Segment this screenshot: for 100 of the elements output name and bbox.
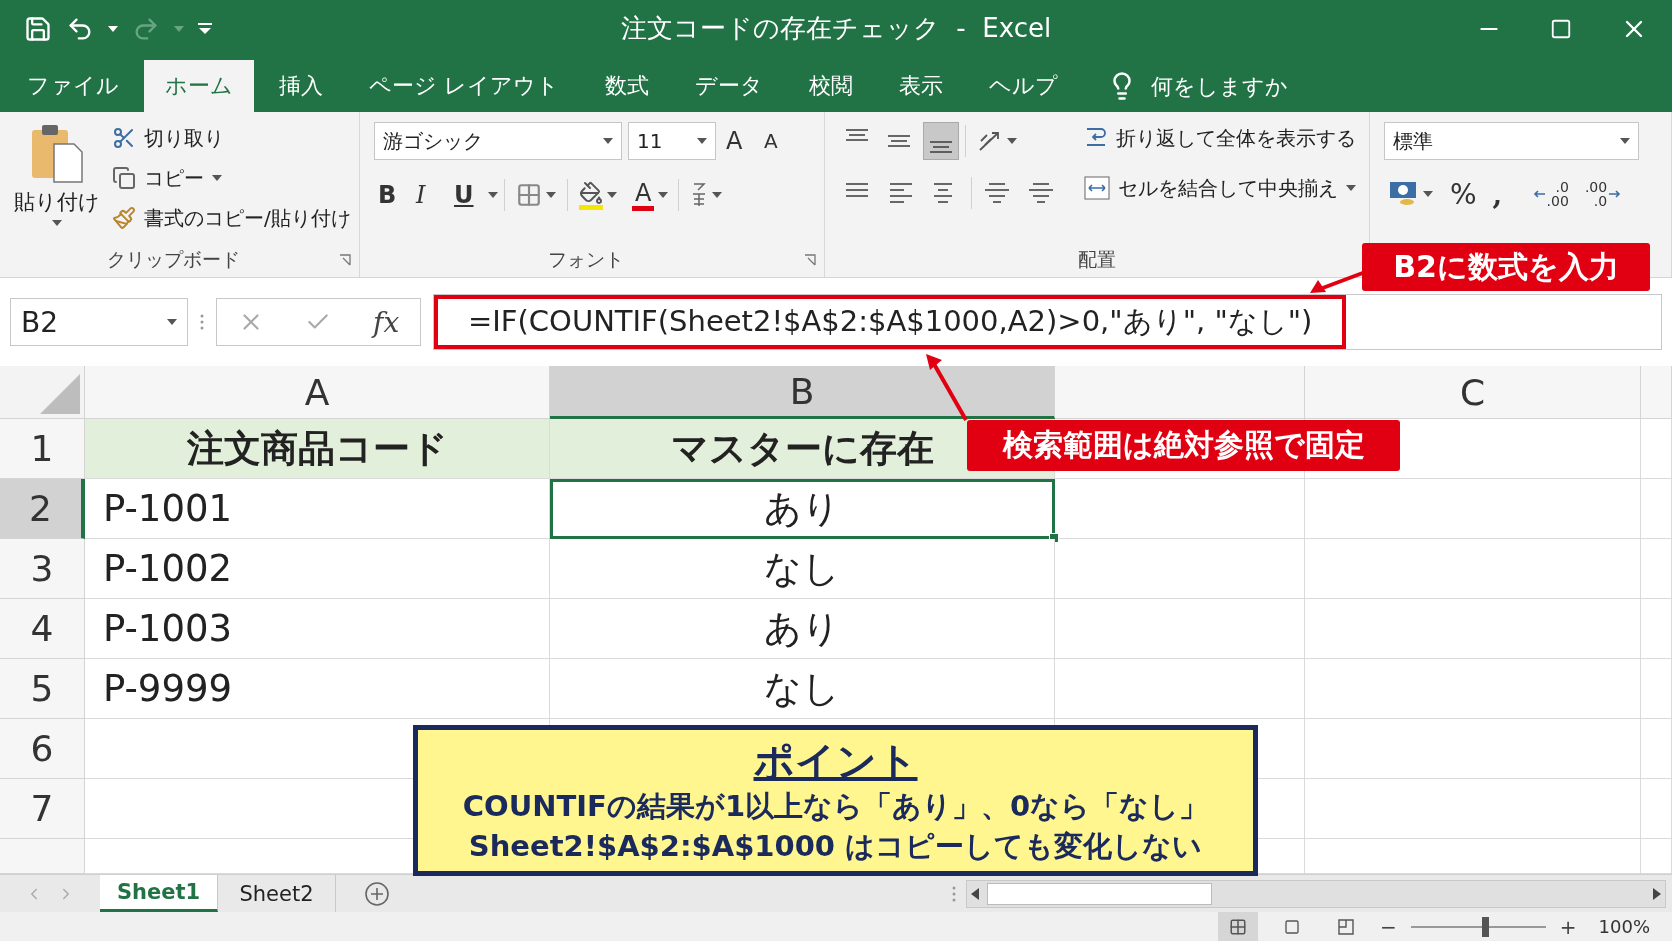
indent-icon (983, 181, 1011, 205)
paste-button[interactable]: 貼り付け (14, 122, 100, 243)
maximize-icon[interactable] (1550, 17, 1572, 40)
ribbon-tab[interactable]: ヘルプ (968, 60, 1079, 112)
ribbon-tab[interactable]: 数式 (584, 60, 670, 112)
vertical-align-button[interactable] (923, 122, 959, 160)
phonetic-icon (690, 182, 709, 208)
underline-button[interactable]: U (450, 176, 482, 214)
group-label: フォント (547, 247, 625, 272)
insert-function-button[interactable]: fx (373, 305, 400, 339)
caret-icon (697, 138, 707, 144)
cut-button[interactable]: 切り取り (112, 122, 351, 154)
caret-icon (488, 192, 498, 198)
note-title: ポイント (753, 736, 918, 786)
paint-bucket-icon (579, 180, 603, 205)
copy-button[interactable]: コピー (112, 162, 351, 194)
increase-decimal-button[interactable]: .0 .00 (1528, 174, 1573, 214)
caret-icon (1346, 185, 1356, 191)
empty-cell (1641, 719, 1672, 779)
caret-icon (1007, 138, 1017, 144)
zoom-out-button[interactable]: − (1380, 914, 1397, 939)
note-text: COUNTIFの結果が1以上なら「あり」、0なら「なし」 (462, 787, 1209, 825)
shrink-font-button[interactable]: A (760, 122, 792, 160)
tell-me-field[interactable]: 何をしますか (1149, 72, 1349, 100)
merge-center-button[interactable]: セルを結合して中央揃え (1084, 172, 1356, 204)
caret-icon (108, 25, 118, 32)
sheet-tab[interactable]: Sheet1 (100, 875, 218, 912)
italic-button[interactable]: I (412, 176, 444, 214)
empty-cell (1641, 539, 1672, 599)
row-header[interactable]: 2 (0, 479, 85, 539)
callout-label: B2に数式を入力 (1362, 243, 1650, 291)
grow-font-button[interactable]: A (722, 122, 754, 160)
column-header[interactable]: B (550, 366, 1055, 419)
arrow (926, 354, 968, 420)
customize-icon[interactable] (198, 22, 212, 35)
number-format-field[interactable]: 標準 (1384, 122, 1639, 160)
row-header[interactable]: 3 (0, 539, 85, 599)
zoom-in-button[interactable]: + (1559, 914, 1577, 939)
empty-cell (1641, 779, 1672, 839)
align-icon (930, 141, 952, 153)
slider-thumb[interactable] (1482, 916, 1489, 937)
zoom-level[interactable]: 100% (1598, 916, 1650, 937)
dots-icon (952, 885, 956, 902)
decrease-decimal-button[interactable]: .00 .0 (1580, 174, 1626, 214)
percent-button[interactable]: % (1446, 175, 1481, 213)
font-size-field[interactable]: 11 (628, 122, 716, 160)
name-box[interactable]: B2 (10, 298, 188, 346)
caret-icon (658, 192, 669, 198)
table-cell: なし (550, 539, 1055, 599)
column-header[interactable]: C (1305, 366, 1641, 419)
ribbon-tab[interactable]: ホーム (144, 60, 254, 112)
normal-view-button[interactable] (1218, 912, 1258, 941)
ribbon-tab[interactable]: 校閲 (788, 60, 874, 112)
row-header[interactable]: 1 (0, 419, 85, 479)
ribbon-tab[interactable]: データ (674, 60, 784, 112)
empty-cell (1641, 599, 1672, 659)
ribbon-tab[interactable]: 表示 (878, 60, 964, 112)
scissors-icon (112, 126, 136, 150)
window-title: 注文コードの存在チェック - Excel (620, 12, 1052, 45)
comma-button[interactable]: , (1488, 175, 1521, 213)
page-icon (1284, 918, 1300, 935)
align-icon (846, 129, 868, 141)
ribbon-tab[interactable]: ファイル (6, 60, 140, 112)
paintbrush-icon (112, 206, 136, 230)
column-header[interactable]: A (85, 366, 550, 419)
dots-icon (200, 314, 204, 330)
page-break-icon (1337, 917, 1355, 936)
group-label: クリップボード (106, 247, 241, 272)
row-header[interactable]: 7 (0, 779, 85, 839)
horizontal-scrollbar[interactable] (966, 879, 1666, 908)
bold-button[interactable]: B (374, 176, 406, 214)
formula-text[interactable]: =IF(COUNTIF(Sheet2!$A$2:$A$1000,A2)>0,"あり", "なし") (434, 295, 1347, 349)
indent-icon (1027, 181, 1055, 205)
grid-icon (1229, 917, 1247, 936)
row-header[interactable]: 5 (0, 659, 85, 719)
arrow-icon (1532, 189, 1545, 199)
save-icon[interactable] (24, 14, 52, 43)
font-color-button[interactable]: A (628, 176, 673, 214)
caret-icon (712, 192, 723, 198)
caret-icon (546, 192, 556, 198)
row-header[interactable]: 4 (0, 599, 85, 659)
row-header[interactable]: 6 (0, 719, 85, 779)
caret-icon (1423, 191, 1433, 197)
scroll-left-icon[interactable] (971, 887, 979, 900)
scroll-right-icon[interactable] (1653, 887, 1661, 900)
dialog-launcher-icon[interactable] (339, 254, 351, 266)
font-name-field[interactable]: 游ゴシック (374, 122, 622, 160)
caret-icon (212, 175, 222, 181)
align-icon (888, 135, 910, 147)
wrap-text-button[interactable]: 折り返して全体を表示する (1084, 122, 1356, 154)
ribbon-tab[interactable]: ページ レイアウト (348, 60, 580, 112)
scroll-thumb[interactable] (987, 882, 1212, 905)
caret-icon (607, 192, 617, 198)
caret-icon (1620, 138, 1630, 144)
format-painter-button[interactable]: 書式のコピー/貼り付け (112, 202, 351, 234)
dialog-launcher-icon[interactable] (804, 254, 816, 266)
copy-icon (112, 166, 136, 190)
empty-cell (1641, 659, 1672, 719)
ribbon-tab[interactable]: 挿入 (258, 60, 344, 112)
currency-icon (1389, 180, 1419, 208)
